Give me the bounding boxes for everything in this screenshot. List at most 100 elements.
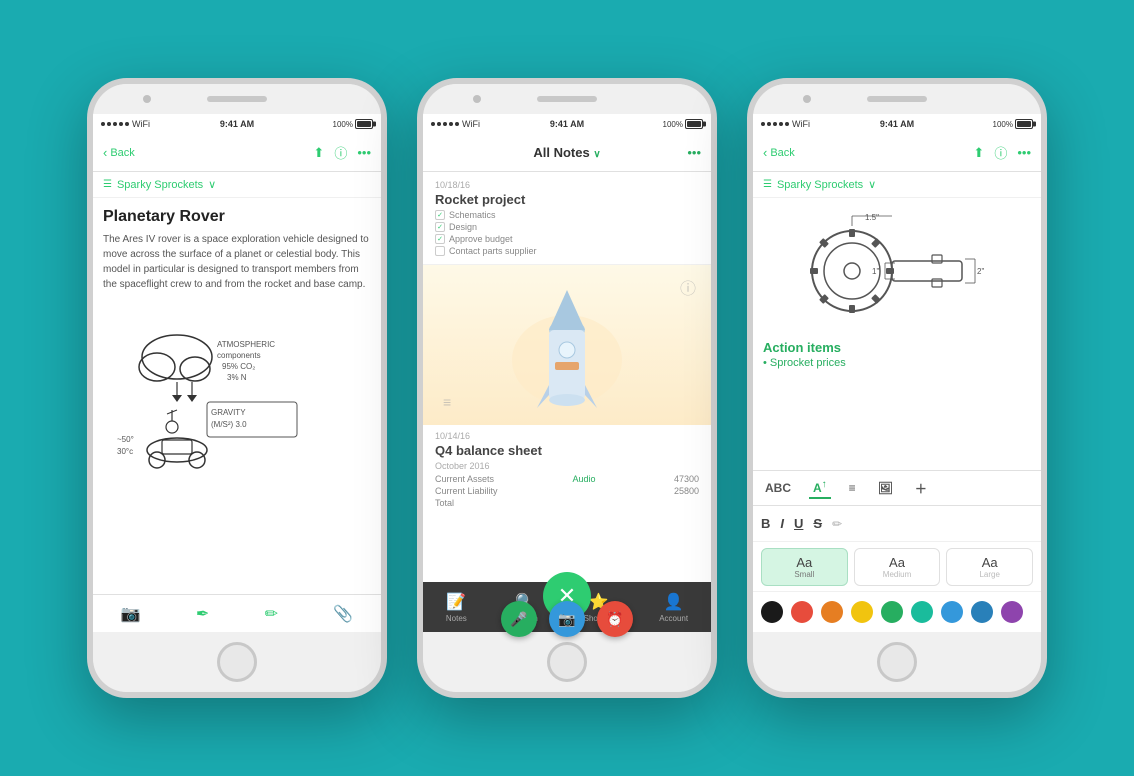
color-red[interactable] bbox=[791, 601, 813, 623]
tab-notes[interactable]: 📝 Notes bbox=[446, 592, 467, 623]
pen-style-icon[interactable]: ✏ bbox=[832, 517, 842, 531]
font-large-option[interactable]: Aa Large bbox=[946, 548, 1033, 586]
folder-breadcrumb-3[interactable]: ☰ Sparky Sprockets ∨ bbox=[753, 172, 1041, 198]
folder-breadcrumb-1[interactable]: ☰ Sparky Sprockets ∨ bbox=[93, 172, 381, 198]
svg-text:30°c: 30°c bbox=[117, 447, 133, 456]
home-button-3[interactable] bbox=[877, 642, 917, 682]
chevron-icon-1: ∨ bbox=[208, 178, 216, 191]
svg-text:~50°: ~50° bbox=[117, 435, 134, 444]
fmt-tab-photo[interactable]: 🖼 bbox=[874, 479, 897, 497]
all-notes-label: All Notes bbox=[533, 145, 589, 160]
note-title-1: Planetary Rover bbox=[103, 208, 371, 226]
pen-icon-1[interactable]: ✒ bbox=[196, 604, 209, 624]
iphone-bottom-1 bbox=[93, 632, 381, 692]
sprocket-prices-item: • Sprocket prices bbox=[763, 357, 1031, 369]
color-blue[interactable] bbox=[941, 601, 963, 623]
battery-3: 100% bbox=[993, 119, 1033, 129]
checkbox-1b[interactable]: ✓ bbox=[435, 222, 445, 232]
color-black[interactable] bbox=[761, 601, 783, 623]
checkbox-1c[interactable]: ✓ bbox=[435, 234, 445, 244]
checkbox-1a[interactable]: ✓ bbox=[435, 210, 445, 220]
phone-1: WiFi 9:41 AM 100% ‹ Back ⬆ ⓘ ••• ☰ Spark… bbox=[87, 78, 387, 698]
balance-row-total: Total bbox=[435, 498, 699, 508]
more-icon-1[interactable]: ••• bbox=[357, 145, 371, 160]
nav-bar-1: ‹ Back ⬆ ⓘ ••• bbox=[93, 134, 381, 172]
note-subtitle-2: October 2016 bbox=[435, 461, 699, 471]
checkbox-1d[interactable] bbox=[435, 246, 445, 256]
check-label-1d: Contact parts supplier bbox=[449, 246, 537, 256]
more-icon-2[interactable]: ••• bbox=[687, 145, 701, 160]
camera-icon-1[interactable]: 📷 bbox=[121, 604, 141, 624]
tab-account[interactable]: 👤 Account bbox=[659, 592, 688, 623]
info-icon-3[interactable]: ⓘ bbox=[994, 143, 1007, 162]
note-item-balance[interactable]: 10/14/16 Q4 balance sheet October 2016 C… bbox=[423, 425, 711, 514]
svg-text:3% N: 3% N bbox=[227, 373, 247, 382]
svg-text:1": 1" bbox=[872, 267, 879, 276]
speaker-1 bbox=[207, 96, 267, 102]
home-button-2[interactable] bbox=[547, 642, 587, 682]
share-icon-3[interactable]: ⬆ bbox=[973, 145, 984, 161]
italic-button[interactable]: I bbox=[780, 516, 784, 531]
signal-3: WiFi bbox=[761, 119, 810, 129]
font-small-option[interactable]: Aa Small bbox=[761, 548, 848, 586]
camera-dot-3 bbox=[803, 95, 811, 103]
iphone-top-2 bbox=[423, 84, 711, 114]
time-2: 9:41 AM bbox=[550, 119, 584, 129]
audio-fab-button[interactable]: 🎤 bbox=[501, 601, 537, 632]
nav-bar-3: ‹ Back ⬆ ⓘ ••• bbox=[753, 134, 1041, 172]
color-dark-blue[interactable] bbox=[971, 601, 993, 623]
note-item-rocket[interactable]: 10/18/16 Rocket project ✓Schematics ✓Des… bbox=[423, 172, 711, 265]
color-orange[interactable] bbox=[821, 601, 843, 623]
battery-1: 100% bbox=[333, 119, 373, 129]
underline-button[interactable]: U bbox=[794, 516, 803, 531]
pencil-icon-1[interactable]: ✏ bbox=[265, 604, 278, 624]
color-yellow[interactable] bbox=[851, 601, 873, 623]
rocket-svg bbox=[507, 270, 627, 420]
camera-fab-button[interactable]: 📷 bbox=[549, 601, 585, 632]
fmt-tab-list[interactable]: ≡ bbox=[845, 479, 860, 497]
fmt-tab-abc[interactable]: ABC bbox=[761, 479, 795, 497]
folder-name-1: Sparky Sprockets bbox=[117, 179, 203, 191]
notes-list-title: All Notes ∨ bbox=[533, 145, 600, 160]
strikethrough-button[interactable]: S bbox=[813, 516, 822, 531]
home-button-1[interactable] bbox=[217, 642, 257, 682]
check-label-1a: Schematics bbox=[449, 210, 496, 220]
color-green[interactable] bbox=[881, 601, 903, 623]
action-items-title: Action items bbox=[763, 340, 1031, 355]
folder-icon-1: ☰ bbox=[103, 179, 112, 190]
color-teal[interactable] bbox=[911, 601, 933, 623]
camera-dot-2 bbox=[473, 95, 481, 103]
info-icon-1[interactable]: ⓘ bbox=[334, 143, 347, 162]
battery-2: 100% bbox=[663, 119, 703, 129]
status-bar-2: WiFi 9:41 AM 100% bbox=[423, 114, 711, 134]
color-purple[interactable] bbox=[1001, 601, 1023, 623]
back-button-3[interactable]: ‹ Back bbox=[763, 145, 795, 160]
svg-text:1.5": 1.5" bbox=[865, 213, 879, 222]
back-button-1[interactable]: ‹ Back bbox=[103, 145, 135, 160]
notes-tab-icon: 📝 bbox=[446, 592, 466, 612]
nav-actions-3: ⬆ ⓘ ••• bbox=[973, 143, 1031, 162]
bold-button[interactable]: B bbox=[761, 516, 770, 531]
style-buttons-bar: B I U S ✏ bbox=[753, 506, 1041, 542]
reminder-fab-button[interactable]: ⏰ bbox=[597, 601, 633, 632]
status-bar-1: WiFi 9:41 AM 100% bbox=[93, 114, 381, 134]
speaker-3 bbox=[867, 96, 927, 102]
formatting-tabs-bar: ABC A↑ ≡ 🖼 ＋ bbox=[753, 470, 1041, 506]
paperclip-icon-1[interactable]: 📎 bbox=[333, 604, 353, 624]
iphone-top-3 bbox=[753, 84, 1041, 114]
note-date-1: 10/18/16 bbox=[435, 180, 699, 190]
balance-row-assets: Current Assets Audio 47300 bbox=[435, 474, 699, 484]
svg-text:2": 2" bbox=[977, 267, 984, 276]
speaker-2 bbox=[537, 96, 597, 102]
font-medium-option[interactable]: Aa Medium bbox=[854, 548, 941, 586]
sketch-area-1: ATMOSPHERIC components 95% CO₂ 3% N GRAV… bbox=[103, 302, 371, 482]
svg-text:95% CO₂: 95% CO₂ bbox=[222, 362, 255, 371]
share-icon-1[interactable]: ⬆ bbox=[313, 145, 324, 161]
fmt-tab-add[interactable]: ＋ bbox=[911, 478, 931, 499]
more-icon-3[interactable]: ••• bbox=[1017, 145, 1031, 160]
fmt-tab-font-size[interactable]: A↑ bbox=[809, 477, 831, 499]
screen-3: WiFi 9:41 AM 100% ‹ Back ⬆ ⓘ ••• ☰ Spark… bbox=[753, 114, 1041, 632]
chevron-icon-3: ∨ bbox=[868, 178, 876, 191]
checklist-1: ✓Schematics ✓Design ✓Approve budget Cont… bbox=[435, 210, 699, 256]
nav-actions-1: ⬆ ⓘ ••• bbox=[313, 143, 371, 162]
